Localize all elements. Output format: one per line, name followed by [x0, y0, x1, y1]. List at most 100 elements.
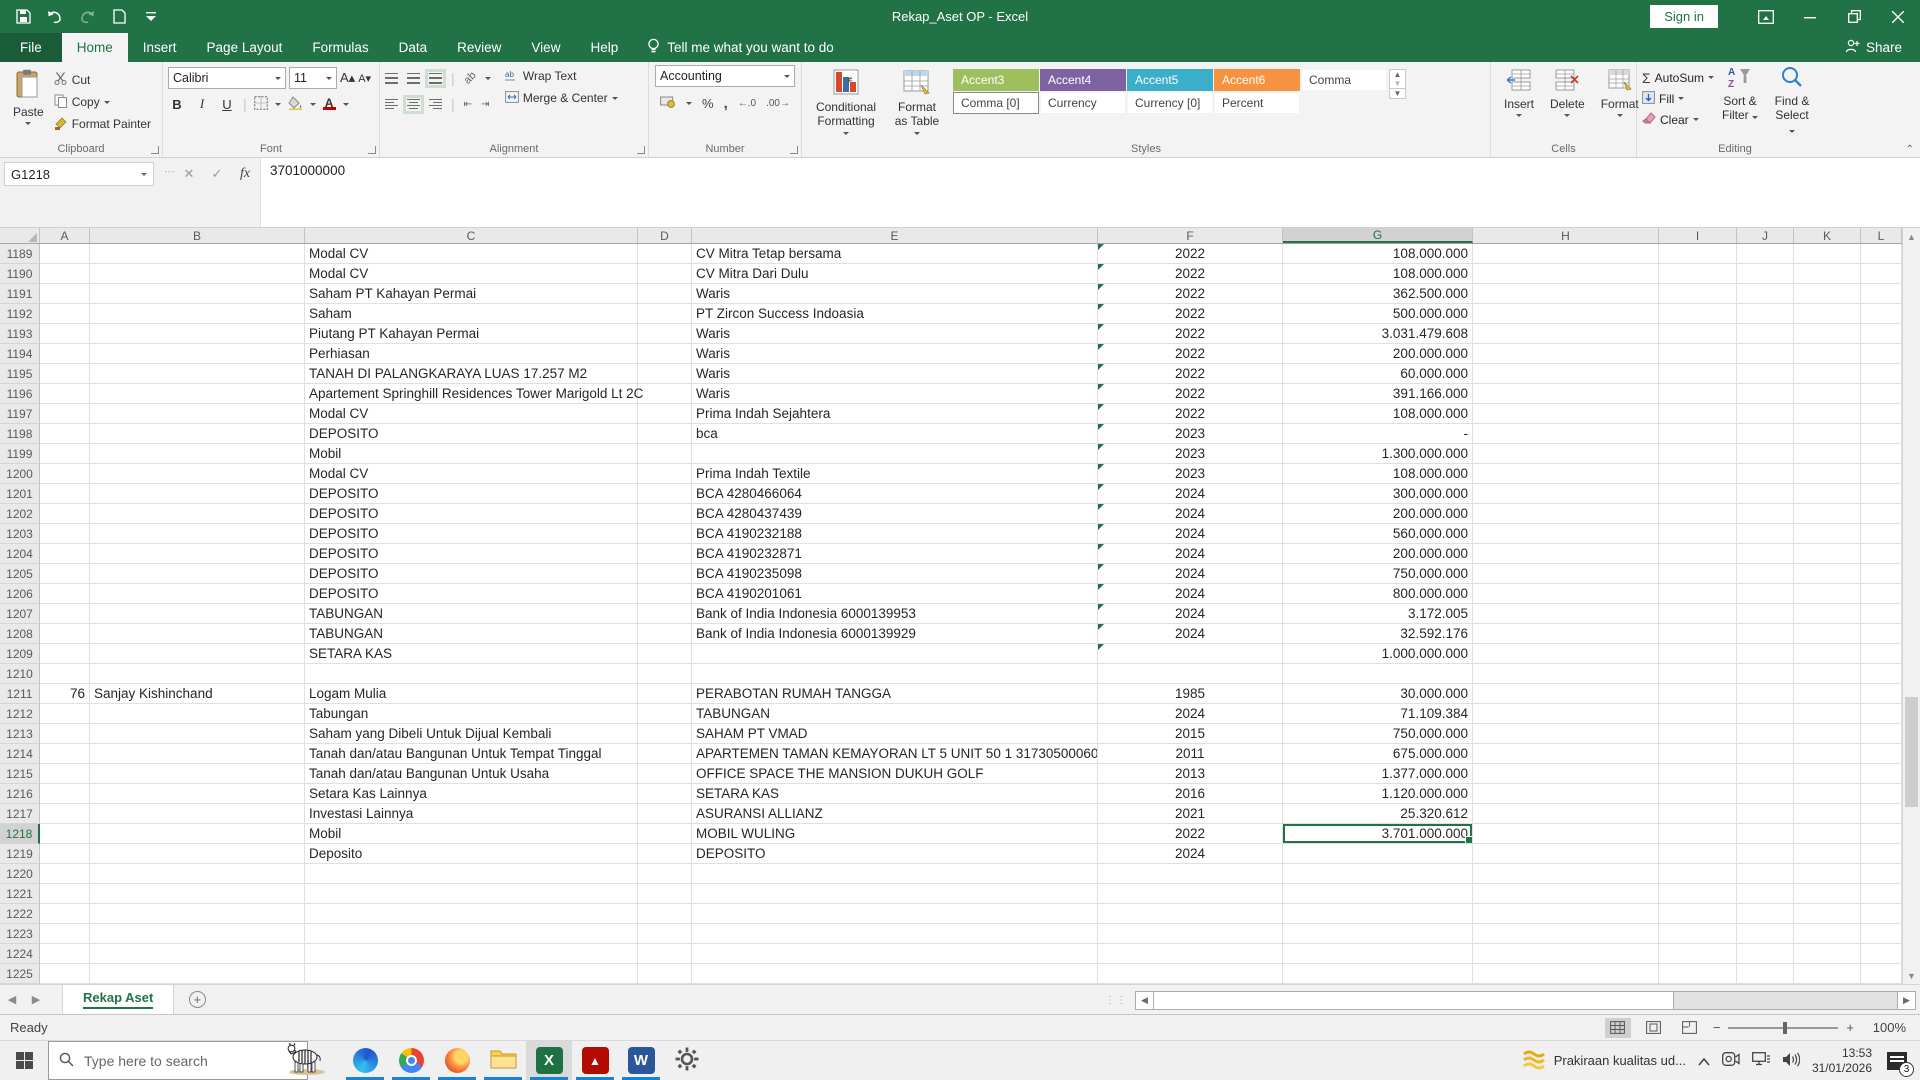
horizontal-scroll-thumb[interactable] [1154, 992, 1674, 1009]
cell-A1194[interactable] [40, 344, 90, 364]
cell-L1206[interactable] [1861, 584, 1902, 604]
cell-B1193[interactable] [90, 324, 305, 344]
cell-K1195[interactable] [1794, 364, 1861, 384]
cell-A1208[interactable] [40, 624, 90, 644]
cell-J1202[interactable] [1737, 504, 1794, 524]
cell-C1202[interactable]: DEPOSITO [305, 504, 638, 524]
cell-K1213[interactable] [1794, 724, 1861, 744]
cell-F1196[interactable]: 2022 [1098, 384, 1283, 404]
tab-page-layout[interactable]: Page Layout [192, 33, 298, 62]
paste-button[interactable]: Paste [5, 65, 52, 129]
taskbar-word-button[interactable]: W [618, 1041, 664, 1080]
cell-K1202[interactable] [1794, 504, 1861, 524]
cell-K1216[interactable] [1794, 784, 1861, 804]
cell-K1210[interactable] [1794, 664, 1861, 684]
cell-B1200[interactable] [90, 464, 305, 484]
cell-E1214[interactable]: APARTEMEN TAMAN KEMAYORAN LT 5 UNIT 50 1… [692, 744, 1098, 764]
cell-G1211[interactable]: 30.000.000 [1283, 684, 1473, 704]
cell-G1221[interactable] [1283, 884, 1473, 904]
gallery-down-icon[interactable]: ▼ [1390, 79, 1405, 88]
cell-L1189[interactable] [1861, 244, 1902, 264]
cell-J1211[interactable] [1737, 684, 1794, 704]
cell-J1206[interactable] [1737, 584, 1794, 604]
cell-D1191[interactable] [638, 284, 692, 304]
cell-H1197[interactable] [1473, 404, 1659, 424]
align-left-icon[interactable] [385, 99, 398, 110]
cell-L1203[interactable] [1861, 524, 1902, 544]
cell-K1223[interactable] [1794, 924, 1861, 944]
action-center-button[interactable]: 3 [1884, 1048, 1910, 1074]
cell-C1197[interactable]: Modal CV [305, 404, 638, 424]
cell-B1199[interactable] [90, 444, 305, 464]
row-header-1225[interactable]: 1225 [0, 964, 40, 984]
share-button[interactable]: Share [1827, 33, 1920, 62]
cell-C1196[interactable]: Apartement Springhill Residences Tower M… [305, 384, 638, 404]
cell-C1211[interactable]: Logam Mulia [305, 684, 638, 704]
cell-G1208[interactable]: 32.592.176 [1283, 624, 1473, 644]
cell-A1203[interactable] [40, 524, 90, 544]
cell-L1205[interactable] [1861, 564, 1902, 584]
cell-G1218[interactable]: 3.701.000.000 [1283, 824, 1473, 844]
cell-F1204[interactable]: 2024 [1098, 544, 1283, 564]
alignment-dialog-launcher-icon[interactable] [637, 146, 645, 154]
row-header-1208[interactable]: 1208 [0, 624, 40, 644]
redo-icon[interactable] [78, 8, 96, 26]
increase-font-icon[interactable]: A▴ [340, 70, 355, 86]
cell-A1198[interactable] [40, 424, 90, 444]
cell-A1190[interactable] [40, 264, 90, 284]
cell-D1211[interactable] [638, 684, 692, 704]
cell-D1190[interactable] [638, 264, 692, 284]
cell-H1215[interactable] [1473, 764, 1659, 784]
cell-C1192[interactable]: Saham [305, 304, 638, 324]
cell-K1220[interactable] [1794, 864, 1861, 884]
cell-H1191[interactable] [1473, 284, 1659, 304]
column-header-F[interactable]: F [1098, 228, 1283, 243]
cell-K1189[interactable] [1794, 244, 1861, 264]
cell-L1209[interactable] [1861, 644, 1902, 664]
cell-H1196[interactable] [1473, 384, 1659, 404]
cell-E1195[interactable]: Waris [692, 364, 1098, 384]
cell-B1212[interactable] [90, 704, 305, 724]
cell-B1225[interactable] [90, 964, 305, 984]
cell-J1194[interactable] [1737, 344, 1794, 364]
cell-H1192[interactable] [1473, 304, 1659, 324]
cell-B1207[interactable] [90, 604, 305, 624]
cell-J1210[interactable] [1737, 664, 1794, 684]
cell-H1200[interactable] [1473, 464, 1659, 484]
format-as-table-button[interactable]: Format as Table [885, 65, 949, 139]
cell-C1206[interactable]: DEPOSITO [305, 584, 638, 604]
cell-J1219[interactable] [1737, 844, 1794, 864]
italic-button[interactable]: I [193, 96, 211, 112]
row-header-1200[interactable]: 1200 [0, 464, 40, 484]
cell-D1212[interactable] [638, 704, 692, 724]
cell-I1195[interactable] [1659, 364, 1737, 384]
zoom-in-icon[interactable]: + [1846, 1020, 1854, 1035]
cell-E1224[interactable] [692, 944, 1098, 964]
vertical-scroll-thumb[interactable] [1905, 697, 1918, 807]
row-header-1194[interactable]: 1194 [0, 344, 40, 364]
cell-F1219[interactable]: 2024 [1098, 844, 1283, 864]
cell-E1217[interactable]: ASURANSI ALLIANZ [692, 804, 1098, 824]
cell-I1202[interactable] [1659, 504, 1737, 524]
cell-L1197[interactable] [1861, 404, 1902, 424]
cell-C1209[interactable]: SETARA KAS [305, 644, 638, 664]
cell-A1193[interactable] [40, 324, 90, 344]
cell-I1191[interactable] [1659, 284, 1737, 304]
cell-J1191[interactable] [1737, 284, 1794, 304]
cell-F1214[interactable]: 2011 [1098, 744, 1283, 764]
cell-J1218[interactable] [1737, 824, 1794, 844]
cell-I1216[interactable] [1659, 784, 1737, 804]
cell-F1213[interactable]: 2015 [1098, 724, 1283, 744]
clear-button[interactable]: Clear [1642, 109, 1714, 130]
cell-I1199[interactable] [1659, 444, 1737, 464]
taskbar-edge-button[interactable] [342, 1041, 388, 1080]
cell-B1219[interactable] [90, 844, 305, 864]
cell-A1212[interactable] [40, 704, 90, 724]
cell-H1207[interactable] [1473, 604, 1659, 624]
cell-G1194[interactable]: 200.000.000 [1283, 344, 1473, 364]
cell-H1221[interactable] [1473, 884, 1659, 904]
cell-L1195[interactable] [1861, 364, 1902, 384]
cell-D1213[interactable] [638, 724, 692, 744]
row-header-1203[interactable]: 1203 [0, 524, 40, 544]
cell-D1201[interactable] [638, 484, 692, 504]
